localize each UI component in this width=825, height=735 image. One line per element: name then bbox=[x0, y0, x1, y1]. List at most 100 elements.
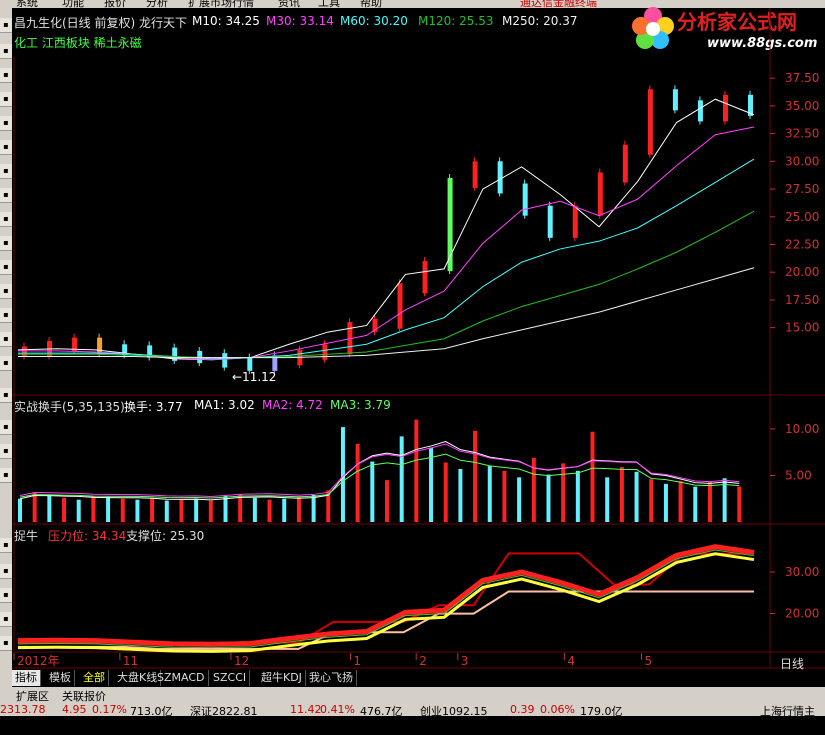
candle bbox=[222, 353, 228, 368]
turnover-bar bbox=[238, 494, 243, 522]
status-item-9: 0.39 bbox=[510, 703, 535, 716]
candle bbox=[697, 100, 703, 122]
tab-2[interactable]: 全部 bbox=[80, 670, 109, 686]
tab-5[interactable]: SZCCI bbox=[210, 670, 251, 686]
candle bbox=[547, 205, 553, 238]
y-tick-label: 20.00 bbox=[785, 607, 819, 621]
status-item-4: 深证2822.81 bbox=[190, 705, 258, 718]
candle bbox=[672, 89, 678, 111]
candle bbox=[572, 205, 578, 238]
indicator-tabbar: 指标 模板 全部 大盘K线 SZMACD SZCCI 超牛KDJ 我心飞扬 bbox=[12, 669, 825, 687]
candle bbox=[647, 89, 653, 155]
turnover-bar bbox=[296, 496, 301, 522]
tab-7[interactable]: 我心飞扬 bbox=[306, 670, 357, 686]
period-label[interactable]: 日线 bbox=[780, 655, 804, 672]
turnover-bar bbox=[311, 495, 316, 522]
candle bbox=[422, 261, 428, 294]
candle bbox=[722, 94, 728, 122]
turnover-bar bbox=[106, 496, 111, 522]
turnover-bar bbox=[458, 468, 463, 522]
turnover-bar bbox=[634, 471, 639, 522]
ma-line-m60 bbox=[18, 158, 755, 360]
y-tick-label: 35.00 bbox=[785, 99, 819, 113]
x-tick-label: 1 bbox=[353, 654, 361, 668]
ma-line-m30 bbox=[18, 126, 755, 361]
status-item-6: 0.41% bbox=[320, 703, 355, 716]
turnover-bar bbox=[120, 498, 125, 522]
turnover-bar bbox=[693, 486, 698, 522]
x-tick-label: 3 bbox=[461, 654, 469, 668]
tab-1[interactable]: 模板 bbox=[46, 670, 75, 686]
stock-chart[interactable]: 37.5035.0032.5030.0027.5025.0022.5020.00… bbox=[0, 0, 825, 716]
y-tick-label: 20.00 bbox=[785, 265, 819, 279]
turnover-bar bbox=[76, 499, 81, 522]
turnover-bar bbox=[32, 492, 37, 522]
status-item-2: 0.17% bbox=[92, 703, 127, 716]
x-tick-label: 12 bbox=[234, 654, 249, 668]
tab-row2-1[interactable]: 关联报价 bbox=[62, 688, 106, 704]
tab-row2-0[interactable]: 扩展区 bbox=[16, 688, 49, 704]
y-tick-label: 10.00 bbox=[785, 422, 819, 436]
tab-0[interactable]: 指标 bbox=[12, 670, 41, 686]
turnover-bar bbox=[473, 430, 478, 522]
turnover-bar bbox=[649, 479, 654, 522]
turnover-bar bbox=[208, 500, 213, 522]
candle bbox=[497, 161, 503, 194]
turnover-bar bbox=[91, 495, 96, 522]
turnover-bar bbox=[590, 431, 595, 522]
turnover-bar bbox=[737, 486, 742, 522]
turnover-bar bbox=[267, 499, 272, 522]
y-tick-label: 30.00 bbox=[785, 154, 819, 168]
turnover-bar bbox=[546, 474, 551, 522]
turnover-bar bbox=[47, 495, 52, 522]
turnover-bar bbox=[487, 466, 492, 522]
candle bbox=[522, 183, 528, 216]
tab-4[interactable]: SZMACD bbox=[154, 670, 209, 686]
turnover-bar bbox=[282, 498, 287, 522]
y-tick-label: 15.00 bbox=[785, 321, 819, 335]
turnover-bar bbox=[179, 499, 184, 522]
y-tick-label: 5.00 bbox=[785, 468, 812, 482]
turnover-bar bbox=[561, 463, 566, 522]
candle bbox=[472, 161, 478, 188]
y-tick-label: 17.50 bbox=[785, 293, 819, 307]
y-tick-label: 32.50 bbox=[785, 127, 819, 141]
turnover-bar bbox=[707, 481, 712, 522]
turnover-bar bbox=[370, 461, 375, 522]
status-item-1: 4.95 bbox=[62, 703, 87, 716]
signal-band-yellow bbox=[17, 552, 755, 653]
turnover-bar bbox=[385, 480, 389, 522]
ma-line-m250 bbox=[18, 267, 755, 359]
status-item-10: 0.06% bbox=[540, 703, 575, 716]
candle bbox=[22, 346, 27, 357]
ma-line-m10 bbox=[17, 98, 755, 361]
turnover-bar bbox=[223, 495, 228, 522]
status-bar: 扩展区 关联报价 2313.78 4.95 0.17% 713.0亿 深证2822.81 11… bbox=[0, 687, 825, 734]
tab-6[interactable]: 超牛KDJ bbox=[258, 670, 306, 686]
turnover-bar bbox=[18, 498, 22, 522]
x-tick-label: 2012年 bbox=[17, 654, 60, 668]
turnover-bar bbox=[443, 462, 448, 522]
y-tick-label: 37.50 bbox=[785, 71, 819, 85]
status-item-3: 713.0亿 bbox=[130, 705, 173, 718]
turnover-ma2-line bbox=[19, 443, 740, 498]
turnover-bar bbox=[252, 497, 257, 522]
x-tick-label: 4 bbox=[567, 654, 575, 668]
low-price-label: ←11.12 bbox=[232, 370, 276, 384]
x-tick-label: 2 bbox=[419, 654, 427, 668]
turnover-bar bbox=[194, 498, 199, 522]
x-tick-label: 5 bbox=[644, 654, 652, 668]
turnover-bar bbox=[678, 481, 683, 522]
turnover-bar bbox=[135, 499, 140, 522]
candle bbox=[397, 283, 403, 329]
turnover-ma3-line bbox=[19, 453, 740, 499]
y-tick-label: 25.00 bbox=[785, 210, 819, 224]
turnover-bar bbox=[164, 500, 169, 522]
turnover-bar bbox=[150, 497, 155, 522]
turnover-bar bbox=[619, 467, 624, 522]
candle bbox=[247, 357, 253, 371]
turnover-bar bbox=[517, 477, 522, 522]
status-item-12: 上海行情主站 bbox=[760, 705, 815, 734]
status-item-7: 476.7亿 bbox=[360, 705, 403, 718]
turnover-bar bbox=[355, 443, 360, 522]
